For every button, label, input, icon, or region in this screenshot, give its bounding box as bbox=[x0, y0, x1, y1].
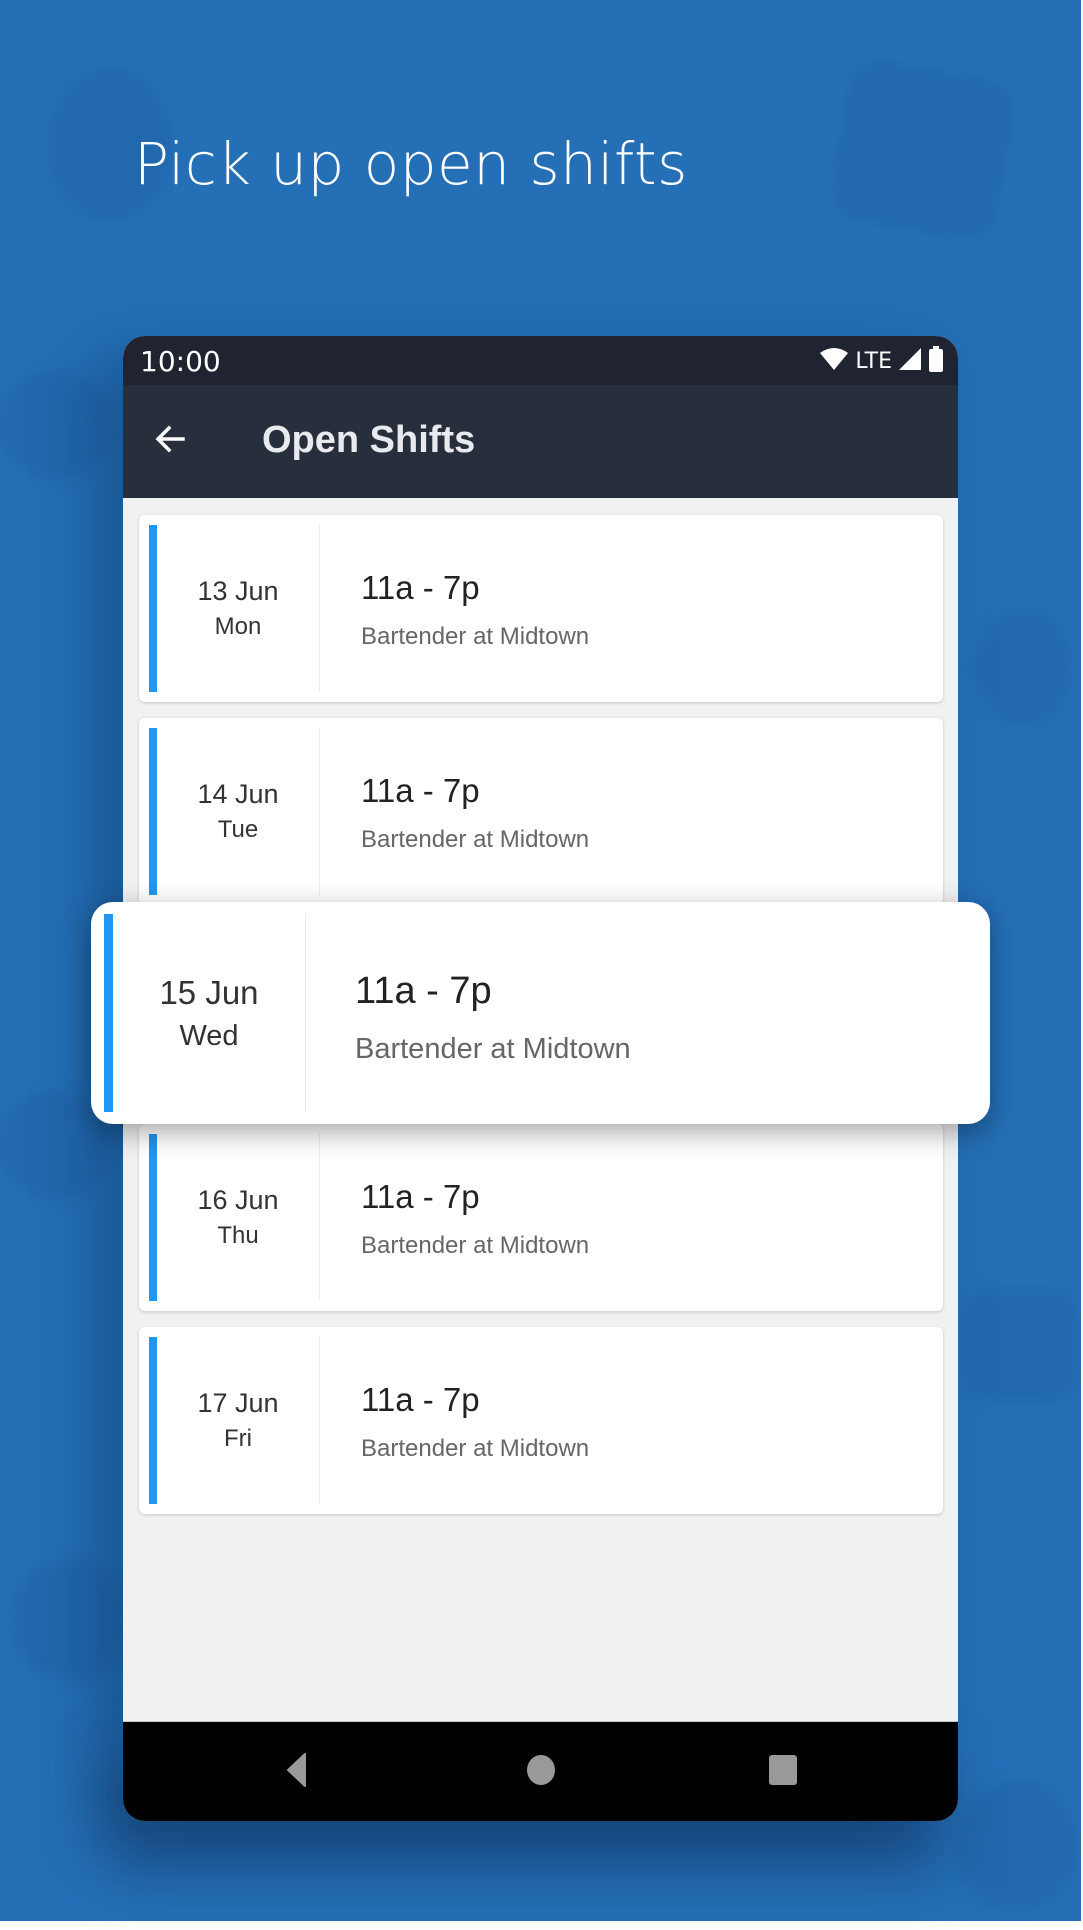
alarm-clock-decoration-icon bbox=[0, 370, 110, 480]
shift-date: 13 Jun Mon bbox=[157, 515, 319, 702]
shift-card[interactable]: 14 Jun Tue 11a - 7p Bartender at Midtown bbox=[139, 718, 943, 905]
shift-accent-bar bbox=[149, 1134, 157, 1301]
shift-date: 14 Jun Tue bbox=[157, 718, 319, 905]
shift-time: 11a - 7p bbox=[361, 569, 480, 606]
status-time: 10:00 bbox=[140, 345, 221, 378]
shift-date-label: 15 Jun bbox=[159, 973, 259, 1011]
shift-role: Bartender at Midtown bbox=[361, 826, 590, 853]
page-title: Open Shifts bbox=[262, 419, 476, 461]
shift-card[interactable]: 13 Jun Mon 11a - 7p Bartender at Midtown bbox=[139, 515, 943, 702]
shift-card[interactable]: 16 Jun Thu 11a - 7p Bartender at Midtown bbox=[139, 1124, 943, 1311]
shift-date: 16 Jun Thu bbox=[157, 1124, 319, 1311]
shift-info: 11a - 7p Bartender at Midtown bbox=[361, 772, 589, 854]
shift-info: 11a - 7p Bartender at Midtown bbox=[355, 970, 631, 1066]
nav-back-button[interactable] bbox=[277, 1752, 317, 1792]
shift-role: Bartender at Midtown bbox=[355, 1033, 631, 1065]
shift-role: Bartender at Midtown bbox=[361, 1232, 590, 1259]
shift-info: 11a - 7p Bartender at Midtown bbox=[361, 569, 589, 651]
shift-time: 11a - 7p bbox=[355, 970, 492, 1012]
shift-time: 11a - 7p bbox=[361, 1381, 480, 1418]
nav-recents-button[interactable] bbox=[763, 1752, 803, 1792]
shift-accent-bar bbox=[149, 1337, 157, 1504]
card-divider bbox=[305, 914, 306, 1112]
arrow-left-icon bbox=[153, 421, 189, 462]
shift-day-label: Tue bbox=[217, 816, 259, 843]
alarm-clock-decoration-icon bbox=[10, 1560, 130, 1680]
alarm-clock-decoration-icon bbox=[955, 1780, 1075, 1910]
wifi-icon bbox=[819, 347, 849, 376]
calendar-decoration-icon bbox=[965, 1290, 1075, 1400]
shift-info: 11a - 7p Bartender at Midtown bbox=[361, 1178, 589, 1260]
network-type-label: LTE bbox=[855, 348, 892, 374]
shift-date: 15 Jun Wed bbox=[113, 902, 305, 1124]
shift-info: 11a - 7p Bartender at Midtown bbox=[361, 1381, 589, 1463]
shift-date-label: 14 Jun bbox=[197, 779, 279, 809]
shift-accent-bar bbox=[104, 914, 113, 1112]
app-bar: Open Shifts bbox=[123, 385, 958, 498]
shift-date-label: 16 Jun bbox=[197, 1185, 279, 1215]
shift-date-label: 13 Jun bbox=[197, 576, 279, 606]
battery-icon bbox=[928, 345, 944, 377]
shift-time: 11a - 7p bbox=[361, 1178, 480, 1215]
card-divider bbox=[319, 728, 320, 895]
shift-date: 17 Jun Fri bbox=[157, 1327, 319, 1514]
promo-headline: Pick up open shifts bbox=[134, 130, 688, 198]
shift-card-highlighted[interactable]: 15 Jun Wed 11a - 7p Bartender at Midtown bbox=[91, 902, 990, 1124]
home-circle-icon bbox=[526, 1754, 556, 1791]
shift-day-label: Fri bbox=[224, 1425, 252, 1452]
calendar-decoration-icon bbox=[827, 56, 1018, 244]
shift-day-label: Thu bbox=[217, 1222, 259, 1249]
alarm-clock-decoration-icon bbox=[975, 610, 1070, 725]
recents-square-icon bbox=[768, 1754, 798, 1791]
shift-time: 11a - 7p bbox=[361, 772, 480, 809]
system-nav-bar bbox=[123, 1721, 958, 1821]
status-bar: 10:00 LTE bbox=[123, 336, 958, 385]
back-button[interactable] bbox=[147, 417, 195, 465]
shift-day-label: Wed bbox=[179, 1019, 239, 1052]
signal-icon bbox=[898, 347, 922, 376]
nav-home-button[interactable] bbox=[521, 1752, 561, 1792]
card-divider bbox=[319, 525, 320, 692]
shift-card[interactable]: 17 Jun Fri 11a - 7p Bartender at Midtown bbox=[139, 1327, 943, 1514]
card-divider bbox=[319, 1134, 320, 1301]
status-icons: LTE bbox=[819, 345, 944, 377]
shift-accent-bar bbox=[149, 525, 157, 692]
shift-day-label: Mon bbox=[214, 613, 262, 640]
shift-accent-bar bbox=[149, 728, 157, 895]
shift-role: Bartender at Midtown bbox=[361, 623, 590, 650]
shift-date-label: 17 Jun bbox=[197, 1388, 279, 1418]
card-divider bbox=[319, 1337, 320, 1504]
back-triangle-icon bbox=[286, 1752, 308, 1792]
shift-role: Bartender at Midtown bbox=[361, 1435, 590, 1462]
